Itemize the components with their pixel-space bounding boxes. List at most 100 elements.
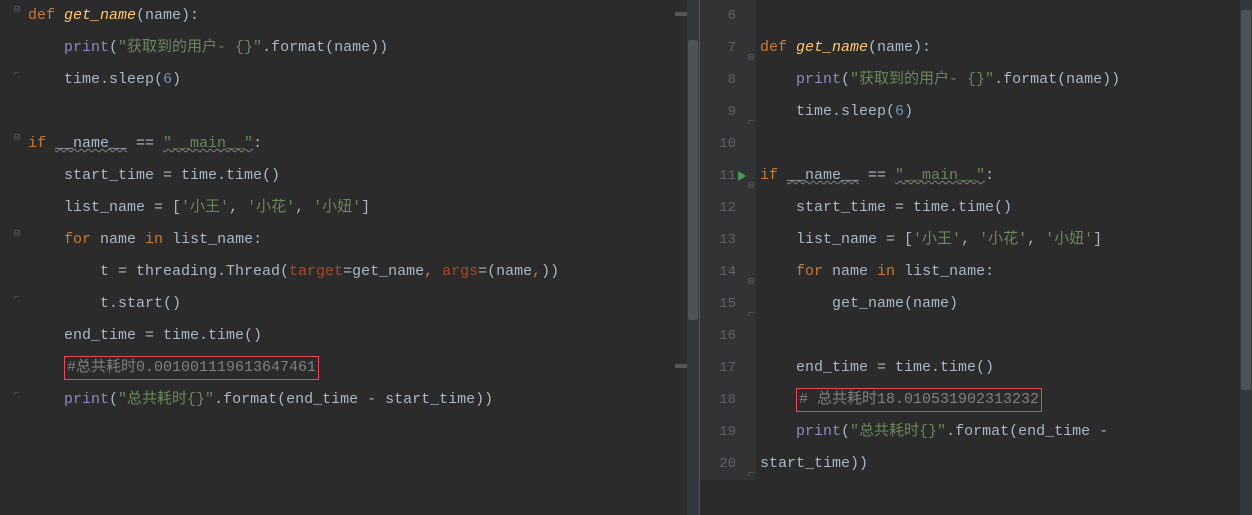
code-content[interactable]: start_time = time.time()	[24, 160, 699, 192]
fold-collapse-icon[interactable]: ⊟	[12, 0, 22, 5]
code-token: name	[100, 231, 145, 248]
code-content[interactable]: list_name = ['小王', '小花', '小妞']	[24, 192, 699, 224]
fold-end-icon[interactable]: ⌐	[12, 283, 22, 293]
code-token: .format(name))	[262, 39, 388, 56]
code-content[interactable]: # 总共耗时18.010531902313232	[756, 384, 1252, 416]
code-token: t = threading.Thread(	[100, 263, 289, 280]
code-content[interactable]: #总共耗时0.001001119613647461	[24, 352, 699, 384]
fold-end-icon[interactable]: ⌐	[744, 107, 754, 117]
code-token: ,	[229, 199, 247, 216]
code-token: ,	[424, 263, 442, 280]
code-line[interactable]: ⊟if __name__ == "__main__":	[0, 128, 699, 160]
code-content[interactable]: time.sleep(6)	[756, 96, 1252, 128]
code-line[interactable]: 17 end_time = time.time()	[700, 352, 1252, 384]
code-token: =get_name	[343, 263, 424, 280]
code-line[interactable]: 11⊟if __name__ == "__main__":	[700, 160, 1252, 192]
scrollbar-left[interactable]	[687, 0, 699, 515]
line-number: 12	[700, 192, 756, 224]
line-number: 11⊟	[700, 160, 756, 192]
code-content[interactable]: list_name = ['小王', '小花', '小妞']	[756, 224, 1252, 256]
fold-end-icon[interactable]: ⌐	[12, 59, 22, 69]
code-line[interactable]: 13 list_name = ['小王', '小花', '小妞']	[700, 224, 1252, 256]
code-content[interactable]: print("总共耗时{}".format(end_time -	[756, 416, 1252, 448]
code-line[interactable]: end_time = time.time()	[0, 320, 699, 352]
code-line[interactable]: 18 # 总共耗时18.010531902313232	[700, 384, 1252, 416]
code-content[interactable]: def get_name(name):	[756, 32, 1252, 64]
left-code-pane[interactable]: ⊟def get_name(name): print("获取到的用户- {}".…	[0, 0, 700, 515]
code-line[interactable]: 8 print("获取到的用户- {}".format(name))	[700, 64, 1252, 96]
code-line[interactable]: ⌐ time.sleep(6)	[0, 64, 699, 96]
code-content[interactable]: if __name__ == "__main__":	[756, 160, 1252, 192]
code-line[interactable]: ⊟def get_name(name):	[0, 0, 699, 32]
code-line[interactable]: #总共耗时0.001001119613647461	[0, 352, 699, 384]
code-token: ,	[532, 263, 541, 280]
code-content[interactable]: def get_name(name):	[24, 0, 699, 32]
fold-end-icon[interactable]: ⌐	[12, 379, 22, 389]
code-content[interactable]: time.sleep(6)	[24, 64, 699, 96]
code-line[interactable]: 12 start_time = time.time()	[700, 192, 1252, 224]
code-line[interactable]: 19 print("总共耗时{}".format(end_time -	[700, 416, 1252, 448]
scroll-thumb-left[interactable]	[688, 40, 698, 320]
code-token: (	[841, 423, 850, 440]
code-content[interactable]: get_name(name)	[756, 288, 1252, 320]
code-line[interactable]: 20⌐start_time))	[700, 448, 1252, 480]
code-token: ]	[361, 199, 370, 216]
code-content[interactable]: end_time = time.time()	[24, 320, 699, 352]
code-token: ))	[541, 263, 559, 280]
code-content[interactable]: print("总共耗时{}".format(end_time - start_t…	[24, 384, 699, 416]
code-line[interactable]: 7⊟def get_name(name):	[700, 32, 1252, 64]
code-token: start_time = time.time()	[796, 199, 1012, 216]
code-token: ,	[961, 231, 979, 248]
highlight-box: #总共耗时0.001001119613647461	[64, 356, 319, 380]
code-line[interactable]: list_name = ['小王', '小花', '小妞']	[0, 192, 699, 224]
code-token: 6	[895, 103, 904, 120]
line-number: 16	[700, 320, 756, 352]
code-token: time.sleep(	[796, 103, 895, 120]
code-line[interactable]: 14⊟ for name in list_name:	[700, 256, 1252, 288]
scroll-thumb-right[interactable]	[1241, 10, 1251, 390]
code-content[interactable]: start_time))	[756, 448, 1252, 480]
code-content[interactable]: print("获取到的用户- {}".format(name))	[24, 32, 699, 64]
lineno-text: 10	[719, 136, 736, 152]
code-token: :	[985, 167, 994, 184]
right-code-pane[interactable]: 67⊟def get_name(name):8 print("获取到的用户- {…	[700, 0, 1252, 515]
code-content[interactable]: t = threading.Thread(target=get_name, ar…	[24, 256, 699, 288]
code-line[interactable]: 6	[700, 0, 1252, 32]
code-token: .format(end_time - start_time))	[214, 391, 493, 408]
lineno-text: 19	[719, 424, 736, 440]
code-token: (	[841, 71, 850, 88]
code-line[interactable]: 10	[700, 128, 1252, 160]
lineno-text: 17	[719, 360, 736, 376]
lineno-text: 9	[728, 104, 736, 120]
code-line[interactable]: 16	[700, 320, 1252, 352]
code-line[interactable]: ⌐ t.start()	[0, 288, 699, 320]
fold-collapse-icon[interactable]: ⊟	[744, 171, 754, 181]
code-line[interactable]: ⌐ print("总共耗时{}".format(end_time - start…	[0, 384, 699, 416]
code-token: :	[253, 135, 262, 152]
code-content[interactable]: end_time = time.time()	[756, 352, 1252, 384]
code-line[interactable]: start_time = time.time()	[0, 160, 699, 192]
line-number: 13	[700, 224, 756, 256]
scrollbar-right[interactable]	[1240, 0, 1252, 515]
code-token: in	[145, 231, 172, 248]
code-line[interactable]: 15⌐ get_name(name)	[700, 288, 1252, 320]
code-content[interactable]: start_time = time.time()	[756, 192, 1252, 224]
code-token: '小王'	[181, 199, 229, 216]
code-token: ]	[1093, 231, 1102, 248]
code-content[interactable]: if __name__ == "__main__":	[24, 128, 699, 160]
code-line[interactable]: ⊟ for name in list_name:	[0, 224, 699, 256]
code-line[interactable]	[0, 96, 699, 128]
fold-end-icon[interactable]: ⌐	[744, 459, 754, 469]
code-line[interactable]: 9 ⌐ time.sleep(6)	[700, 96, 1252, 128]
fold-collapse-icon[interactable]: ⊟	[12, 219, 22, 229]
fold-end-icon[interactable]: ⌐	[744, 299, 754, 309]
code-line[interactable]: t = threading.Thread(target=get_name, ar…	[0, 256, 699, 288]
fold-collapse-icon[interactable]: ⊟	[744, 43, 754, 53]
code-content[interactable]: print("获取到的用户- {}".format(name))	[756, 64, 1252, 96]
code-line[interactable]: print("获取到的用户- {}".format(name))	[0, 32, 699, 64]
code-content[interactable]: t.start()	[24, 288, 699, 320]
code-content[interactable]: for name in list_name:	[756, 256, 1252, 288]
fold-collapse-icon[interactable]: ⊟	[12, 123, 22, 133]
code-content[interactable]: for name in list_name:	[24, 224, 699, 256]
fold-collapse-icon[interactable]: ⊟	[744, 267, 754, 277]
